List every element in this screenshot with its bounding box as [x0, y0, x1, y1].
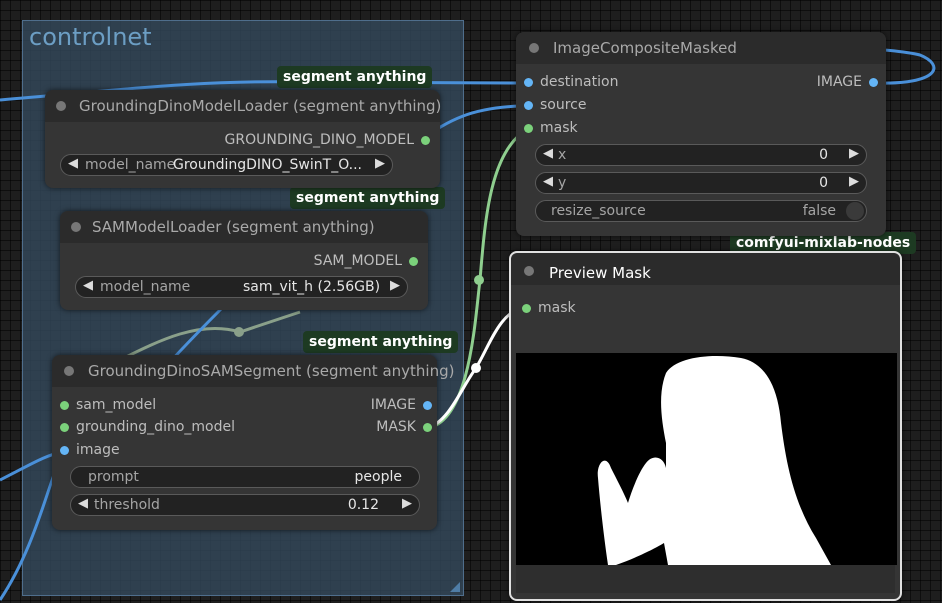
input-dot-icon[interactable]: [524, 124, 533, 133]
threshold-number-widget[interactable]: ◀ threshold 0.12 ▶: [70, 494, 420, 516]
widget-label: model_name: [85, 157, 176, 173]
node-title: GroundingDinoModelLoader (segment anythi…: [79, 97, 442, 115]
input-slot-grounding-dino-model[interactable]: grounding_dino_model: [60, 419, 235, 439]
input-dot-icon[interactable]: [60, 446, 69, 455]
prompt-text-widget[interactable]: prompt people: [70, 466, 420, 488]
widget-value: 0: [819, 175, 828, 191]
input-slot-sam-model[interactable]: sam_model: [60, 397, 156, 417]
output-dot-icon[interactable]: [421, 136, 430, 145]
output-label: IMAGE: [370, 397, 416, 413]
node-title: SAMModelLoader (segment anything): [92, 218, 375, 236]
output-slot-grounding-dino-model[interactable]: GROUNDING_DINO_MODEL: [225, 132, 430, 152]
node-grounding-dino-model-loader[interactable]: GroundingDinoModelLoader (segment anythi…: [45, 90, 442, 188]
toggle-knob-icon[interactable]: [846, 202, 864, 220]
input-label: image: [76, 442, 120, 458]
group-resize-handle[interactable]: [450, 582, 460, 592]
collapse-dot-icon[interactable]: [71, 222, 81, 232]
widget-value: people: [354, 469, 402, 485]
node-title: Preview Mask: [549, 264, 651, 282]
collapse-dot-icon[interactable]: [524, 266, 534, 276]
right-arrow-icon[interactable]: ▶: [849, 174, 859, 189]
node-sam-model-loader[interactable]: SAMModelLoader (segment anything) SAM_MO…: [60, 211, 428, 310]
widget-label: model_name: [100, 279, 191, 295]
collapse-dot-icon[interactable]: [56, 101, 66, 111]
widget-label: prompt: [88, 469, 139, 485]
widget-value: 0: [819, 147, 828, 163]
right-arrow-icon[interactable]: ▶: [402, 496, 412, 511]
input-slot-destination[interactable]: destination: [524, 74, 618, 94]
input-dot-icon[interactable]: [60, 401, 69, 410]
input-label: source: [540, 97, 587, 113]
x-number-widget[interactable]: ◀ x 0 ▶: [535, 144, 867, 166]
input-dot-icon[interactable]: [522, 304, 531, 313]
widget-label: x: [558, 147, 567, 163]
node-preview-mask[interactable]: Preview Mask mask: [509, 251, 902, 601]
tag-segment-anything-2: segment anything: [290, 187, 446, 209]
y-number-widget[interactable]: ◀ y 0 ▶: [535, 172, 867, 194]
input-dot-icon[interactable]: [60, 423, 69, 432]
left-arrow-icon[interactable]: ◀: [78, 496, 88, 511]
node-image-composite-masked[interactable]: ImageCompositeMasked destination source …: [516, 32, 886, 236]
node-grounding-dino-sam-segment[interactable]: GroundingDinoSAMSegment (segment anythin…: [52, 355, 454, 530]
output-slot-sam-model[interactable]: SAM_MODEL: [314, 253, 418, 273]
output-dot-icon[interactable]: [869, 78, 878, 87]
link-midpoint-white: [471, 363, 481, 373]
output-slot-image[interactable]: IMAGE: [371, 397, 432, 417]
output-dot-icon[interactable]: [423, 401, 432, 410]
input-slot-mask[interactable]: mask: [524, 120, 578, 140]
widget-label: y: [558, 175, 567, 191]
left-arrow-icon[interactable]: ◀: [543, 146, 553, 161]
output-dot-icon[interactable]: [423, 423, 432, 432]
collapse-dot-icon[interactable]: [529, 43, 539, 53]
node-title: ImageCompositeMasked: [553, 39, 737, 57]
left-arrow-icon[interactable]: ◀: [83, 278, 93, 293]
right-arrow-icon[interactable]: ▶: [849, 146, 859, 161]
output-label: IMAGE: [816, 74, 862, 90]
widget-value: false: [802, 203, 836, 219]
model-name-combo[interactable]: ◀ model_name sam_vit_h (2.56GB) ▶: [75, 276, 408, 298]
widget-value: 0.12: [347, 497, 379, 513]
mask-preview-image: [516, 353, 897, 565]
input-label: mask: [538, 300, 576, 316]
output-slot-image[interactable]: IMAGE: [817, 74, 878, 94]
input-label: sam_model: [76, 397, 157, 413]
tag-segment-anything-3: segment anything: [303, 331, 459, 353]
preview-footer-bar: [516, 565, 895, 593]
widget-label: threshold: [94, 497, 160, 513]
widget-value: GroundingDINO_SwinT_O...: [173, 157, 362, 173]
widget-value: sam_vit_h (2.56GB): [243, 279, 381, 295]
resize-source-toggle[interactable]: resize_source false: [535, 200, 867, 222]
tag-segment-anything-1: segment anything: [277, 66, 433, 88]
output-label: SAM_MODEL: [313, 253, 402, 269]
model-name-combo[interactable]: ◀ model_name GroundingDINO_SwinT_O... ▶: [60, 154, 393, 176]
input-dot-icon[interactable]: [524, 78, 533, 87]
link-midpoint-green: [474, 275, 484, 285]
node-title: GroundingDinoSAMSegment (segment anythin…: [88, 362, 455, 380]
output-label: GROUNDING_DINO_MODEL: [224, 132, 414, 148]
output-dot-icon[interactable]: [409, 257, 418, 266]
input-slot-source[interactable]: source: [524, 97, 587, 117]
input-dot-icon[interactable]: [524, 101, 533, 110]
input-label: destination: [540, 74, 619, 90]
left-arrow-icon[interactable]: ◀: [543, 174, 553, 189]
input-label: mask: [540, 120, 578, 136]
input-slot-image[interactable]: image: [60, 442, 120, 462]
input-label: grounding_dino_model: [76, 419, 235, 435]
input-slot-mask[interactable]: mask: [522, 300, 576, 320]
right-arrow-icon[interactable]: ▶: [375, 156, 385, 171]
collapse-dot-icon[interactable]: [64, 366, 74, 376]
right-arrow-icon[interactable]: ▶: [390, 278, 400, 293]
output-label: MASK: [376, 419, 416, 435]
output-slot-mask[interactable]: MASK: [376, 419, 432, 439]
left-arrow-icon[interactable]: ◀: [68, 156, 78, 171]
group-title: controlnet: [29, 23, 152, 51]
widget-label: resize_source: [551, 203, 646, 219]
